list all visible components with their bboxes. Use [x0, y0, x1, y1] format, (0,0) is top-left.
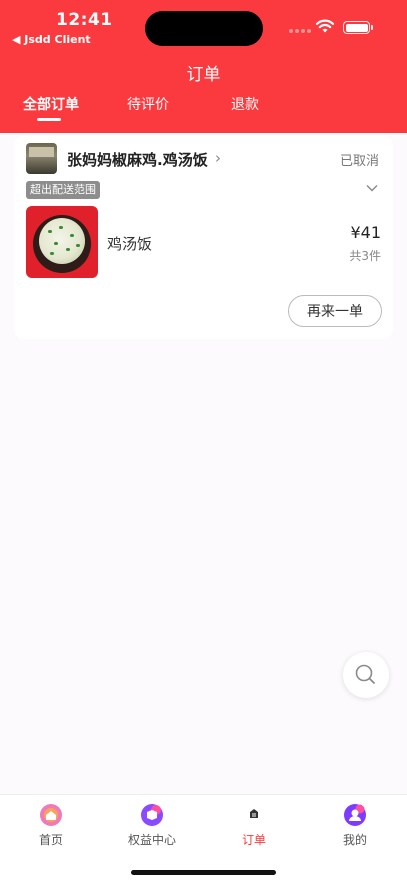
item-name: 鸡汤饭 — [107, 235, 153, 253]
shop-name[interactable]: 张妈妈椒麻鸡.鸡汤饭 — [67, 149, 208, 170]
page-title: 订单 — [186, 65, 221, 85]
benefits-icon — [141, 804, 163, 826]
nav-benefits[interactable]: 权益中心 — [112, 803, 192, 848]
item-price: ¥41 — [350, 223, 381, 242]
home-indicator — [131, 870, 276, 875]
search-icon — [355, 664, 375, 684]
out-of-range-badge: 超出配送范围 — [26, 181, 100, 199]
dynamic-island — [145, 11, 263, 46]
chevron-right-icon[interactable]: › — [215, 149, 221, 167]
wifi-icon — [315, 19, 335, 33]
status-time: 12:41 — [56, 10, 113, 30]
item-count: 共3件 — [349, 249, 381, 263]
header: 12:41 ◀ Jsdd Client 订单 全部订单 待评价 退款 — [0, 0, 407, 133]
order-card[interactable]: 张妈妈椒麻鸡.鸡汤饭 › 已取消 超出配送范围 鸡汤饭 ¥41 共3件 再来一单 — [14, 136, 393, 339]
tab-pending-review[interactable]: 待评价 — [127, 94, 169, 114]
cellular-signal-icon — [289, 29, 311, 35]
reorder-button[interactable]: 再来一单 — [288, 295, 382, 327]
nav-benefits-label: 权益中心 — [127, 833, 176, 847]
search-button[interactable] — [343, 652, 389, 698]
back-to-app-link[interactable]: ◀ Jsdd Client — [12, 33, 91, 46]
orders-icon — [250, 809, 258, 818]
nav-orders-label: 订单 — [241, 833, 266, 847]
tab-all-orders[interactable]: 全部订单 — [23, 94, 79, 114]
nav-orders[interactable]: 订单 — [214, 803, 294, 848]
nav-profile[interactable]: 我的 — [315, 803, 395, 848]
tab-refund[interactable]: 退款 — [231, 94, 259, 114]
home-icon — [40, 804, 62, 826]
nav-home-label: 首页 — [38, 833, 63, 847]
order-status: 已取消 — [339, 154, 379, 169]
order-tabs: 全部订单 待评价 退款 — [0, 94, 407, 126]
shop-logo — [26, 143, 57, 174]
battery-icon — [343, 21, 373, 34]
chevron-down-icon[interactable] — [365, 181, 379, 195]
nav-home[interactable]: 首页 — [11, 803, 91, 848]
nav-profile-label: 我的 — [342, 833, 367, 847]
food-image — [26, 206, 98, 278]
profile-icon — [344, 804, 366, 826]
active-tab-indicator — [37, 118, 61, 121]
